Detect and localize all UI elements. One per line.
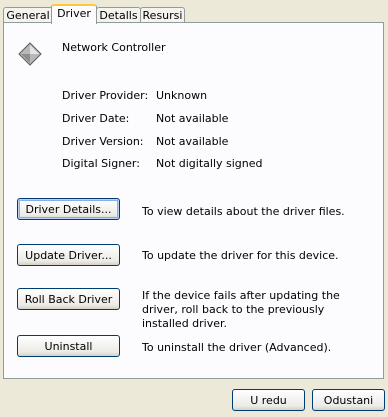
tab-resources[interactable]: Resursi bbox=[140, 7, 185, 23]
driver-provider-value: Unknown bbox=[156, 89, 208, 102]
digital-signer-label: Digital Signer: bbox=[62, 157, 140, 170]
driver-date-label: Driver Date: bbox=[62, 112, 130, 125]
tab-general[interactable]: General bbox=[3, 7, 53, 23]
driver-provider-label: Driver Provider: bbox=[62, 89, 149, 102]
driver-details-button[interactable]: Driver Details... bbox=[17, 198, 120, 220]
digital-signer-value: Not digitally signed bbox=[156, 157, 263, 170]
driver-details-description: To view details about the driver files. bbox=[142, 205, 345, 218]
cancel-button[interactable]: Odustani bbox=[312, 389, 385, 411]
update-driver-description: To update the driver for this device. bbox=[142, 249, 339, 262]
roll-back-driver-description: If the device fails after updating the d… bbox=[142, 289, 340, 330]
tab-details[interactable]: Detalls bbox=[96, 7, 141, 23]
driver-version-label: Driver Version: bbox=[62, 135, 144, 148]
uninstall-button[interactable]: Uninstall bbox=[17, 335, 120, 357]
driver-version-value: Not available bbox=[156, 135, 229, 148]
device-name: Network Controller bbox=[62, 41, 166, 54]
ok-button[interactable]: U redu bbox=[232, 389, 305, 411]
driver-date-value: Not available bbox=[156, 112, 229, 125]
update-driver-button[interactable]: Update Driver... bbox=[17, 244, 120, 266]
network-device-icon bbox=[18, 42, 42, 66]
roll-back-driver-button[interactable]: Roll Back Driver bbox=[17, 288, 120, 310]
uninstall-description: To uninstall the driver (Advanced). bbox=[142, 341, 332, 354]
tab-driver[interactable]: Driver bbox=[51, 4, 97, 24]
